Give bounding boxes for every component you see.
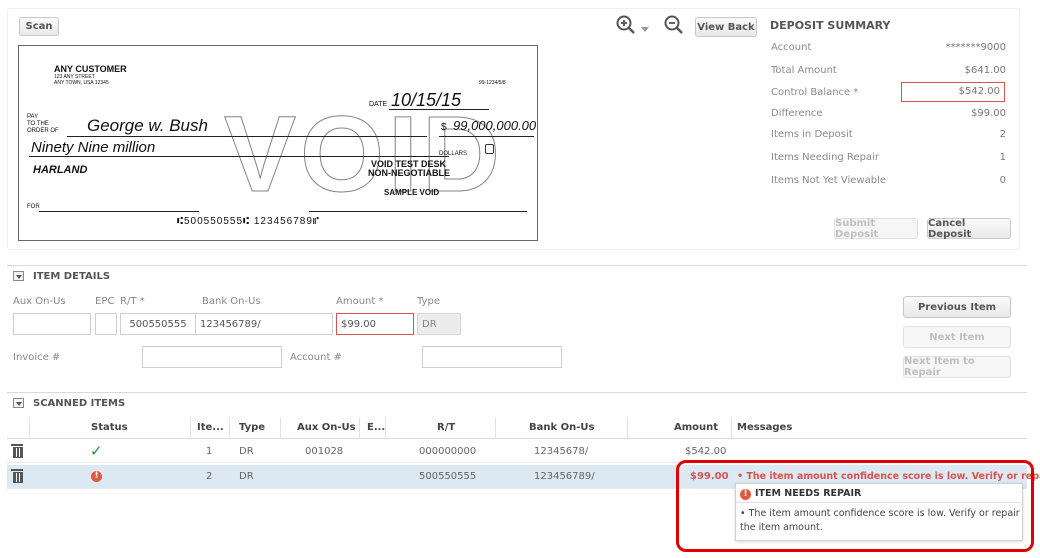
highlight-callout [676,460,1034,552]
summary-label: Difference [771,108,823,119]
amount-input[interactable]: $99.00 [336,313,414,335]
sample-void-label: SAMPLE VOID [384,188,440,197]
status-ok-icon: ✓ [90,442,103,460]
col-item[interactable]: Ite... [197,422,224,433]
summary-items-in-deposit: Items in Deposit 2 [771,129,1006,143]
col-epc[interactable]: E... [367,422,385,433]
invoice-label: Invoice # [13,352,61,363]
payer-name: ANY CUSTOMER [54,64,127,74]
deposit-summary-title: DEPOSIT SUMMARY [770,19,891,32]
account-label: Account # [290,352,342,363]
aux-on-us-label: Aux On-Us [13,296,66,307]
summary-label: Items Needing Repair [771,152,879,163]
item-details-title: ITEM DETAILS [33,271,111,282]
col-messages[interactable]: Messages [737,422,792,433]
rt-input[interactable]: 500550555 [120,313,196,335]
cell-type: DR [239,446,254,457]
cell-bank-on-us: 123456789/ [534,471,595,482]
summary-value: $99.00 [971,108,1006,119]
summary-account: Account *******9000 [771,42,1006,56]
amount-label: Amount * [336,296,384,307]
trash-icon[interactable] [11,444,23,458]
for-label: FOR [27,204,40,210]
dollars-label: DOLLARS [439,151,468,157]
amount-handwritten: 99,000,000.00 [453,118,537,133]
col-type[interactable]: Type [239,422,265,433]
summary-label: Items in Deposit [771,129,853,140]
collapse-toggle-icon[interactable] [13,398,24,408]
invoice-input[interactable] [142,346,282,368]
epc-input[interactable] [95,313,117,335]
summary-label: Account [771,42,812,53]
item-details-header[interactable]: ITEM DETAILS [7,265,1027,283]
cell-amount: $542.00 [685,446,727,457]
to-the-label: TO THE [27,121,49,127]
control-balance-input[interactable]: $542.00 [901,82,1005,102]
bank-on-us-input[interactable]: 123456789/ [195,313,333,335]
summary-items-needing-repair: Items Needing Repair 1 [771,152,1006,166]
summary-items-not-viewable: Items Not Yet Viewable 0 [771,175,1006,189]
payee-handwritten: George w. Bush [87,116,208,135]
type-label: Type [417,296,440,307]
summary-value: $641.00 [964,65,1006,76]
cell-rt: 500550555 [419,471,477,482]
scanned-items-table-header: Status Ite... Type Aux On-Us E... R/T Ba… [7,417,1027,439]
chevron-down-icon[interactable] [641,23,649,32]
aux-on-us-input[interactable] [13,313,91,335]
cell-aux-on-us: 001028 [305,446,344,457]
bank-on-us-label: Bank On-Us [202,296,261,307]
check-image: VOID ANY CUSTOMER 123 ANY STREET ANY TOW… [18,45,538,241]
col-status[interactable]: Status [91,422,128,433]
cell-type: DR [239,471,254,482]
col-bank-on-us[interactable]: Bank On-Us [529,422,594,433]
col-amount[interactable]: Amount [674,422,718,433]
collapse-toggle-icon[interactable] [13,271,24,281]
scanned-items-title: SCANNED ITEMS [33,398,126,409]
col-aux-on-us[interactable]: Aux On-Us [297,422,356,433]
submit-deposit-button[interactable]: Submit Deposit [834,218,918,240]
next-item-to-repair-button[interactable]: Next Item to Repair [903,356,1011,378]
trash-icon[interactable] [11,469,23,483]
status-error-icon: ! [91,471,102,483]
summary-total-amount: Total Amount $641.00 [771,65,1006,79]
micr-line: ⑆500550555⑆ 123456789⑈ [177,216,320,227]
summary-value: *******9000 [945,42,1006,53]
cell-bank-on-us: 12345678/ [534,446,589,457]
payer-city: ANY TOWN, USA 12345 [54,80,109,86]
summary-label: Control Balance * [771,87,859,98]
summary-value: 1 [999,152,1006,163]
stamp-line-2: NON-NEGOTIABLE [368,168,450,178]
type-input: DR [417,313,461,335]
previous-item-button[interactable]: Previous Item [903,296,1011,318]
account-input[interactable] [422,346,562,368]
summary-value: 2 [999,129,1006,140]
cell-item: 2 [206,471,213,482]
col-rt[interactable]: R/T [437,422,455,433]
cancel-deposit-button[interactable]: Cancel Deposit [927,218,1011,240]
epc-label: EPC [95,296,115,307]
scan-button[interactable]: Scan [19,17,59,36]
cell-rt: 000000000 [419,446,477,457]
amount-symbol: $ [441,122,447,133]
next-item-button[interactable]: Next Item [903,326,1011,348]
date-value: 10/15/15 [391,90,462,110]
summary-label: Items Not Yet Viewable [771,175,887,186]
zoom-out-icon[interactable] [664,15,684,35]
routing-fraction: 99-1234/5/8 [479,80,506,86]
cell-item: 1 [206,446,213,457]
lock-icon [485,144,494,154]
rt-label: R/T * [120,296,145,307]
view-back-button[interactable]: View Back [695,17,757,37]
zoom-in-icon[interactable] [616,15,636,35]
bank-logo: HARLAND [33,164,88,176]
scanned-items-header[interactable]: SCANNED ITEMS [7,392,1027,410]
amount-words-handwritten: Ninety Nine million [31,139,156,156]
date-label: DATE [369,101,388,108]
summary-label: Total Amount [771,65,837,76]
pay-label: PAY [27,114,39,120]
order-of-label: ORDER OF [27,128,59,134]
summary-value: 0 [999,175,1006,186]
summary-difference: Difference $99.00 [771,108,1006,122]
